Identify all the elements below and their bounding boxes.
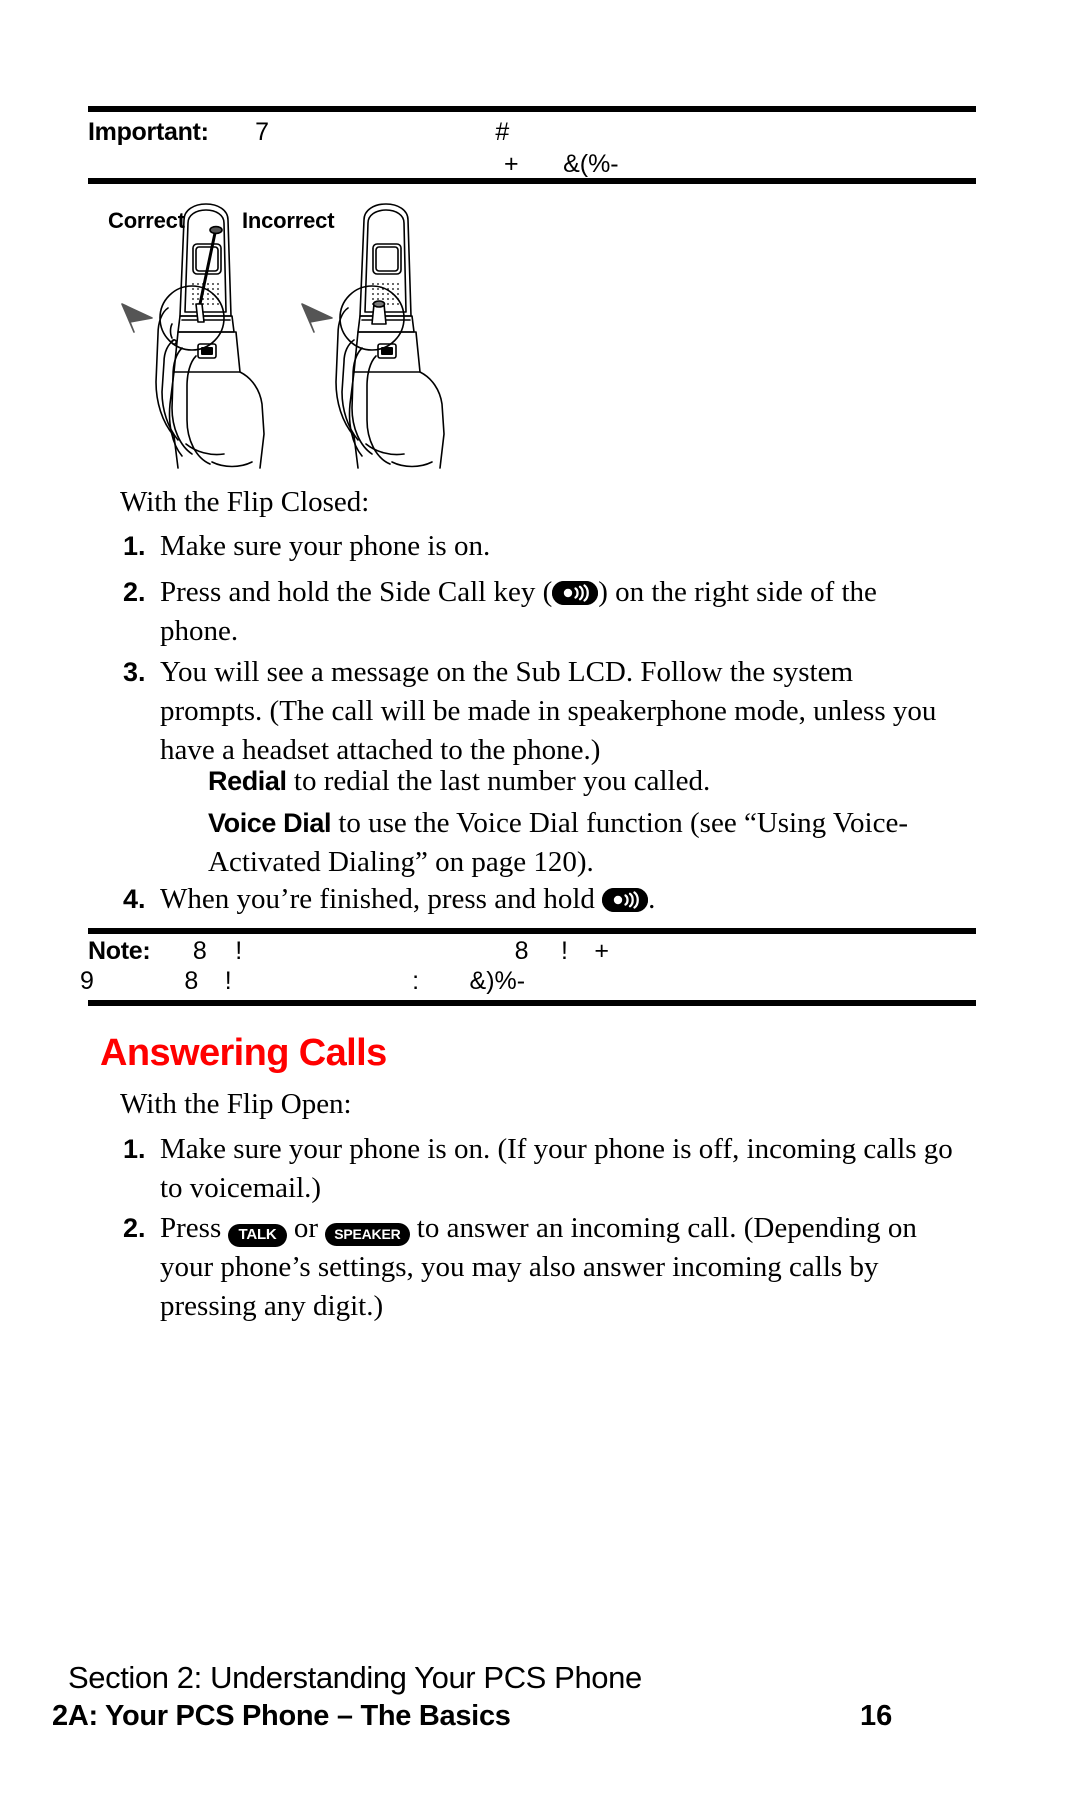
step-text-before-icon: When you’re finished, press and hold bbox=[160, 883, 603, 915]
step-text-before-talk: Press bbox=[160, 1212, 229, 1244]
step-text-after-icon: . bbox=[648, 883, 656, 915]
redial-text: to redial the last number you called. bbox=[286, 765, 711, 797]
important-glyph-d: &(%- bbox=[563, 150, 619, 178]
flip-closed-step-3: 3. You will see a message on the Sub LCD… bbox=[123, 653, 950, 770]
step-number: 1. bbox=[123, 531, 146, 561]
phone-grip-drawing bbox=[121, 203, 445, 469]
speaker-key-icon: SPEAKER bbox=[325, 1223, 410, 1246]
answering-calls-lead-in: With the Flip Open: bbox=[120, 1088, 352, 1120]
flip-closed-lead-in: With the Flip Closed: bbox=[120, 486, 370, 518]
note-glyph-e: + bbox=[594, 937, 609, 965]
step-number: 2. bbox=[123, 1213, 146, 1243]
important-rule-top bbox=[88, 106, 976, 112]
flip-closed-sub-item-voice-dial: Voice Dial to use the Voice Dial functio… bbox=[208, 804, 948, 882]
important-callout-line2: + &(%- bbox=[88, 150, 976, 179]
note-rule-bottom bbox=[88, 1000, 976, 1006]
page-title: Answering Calls bbox=[100, 1032, 387, 1074]
step-text: You will see a message on the Sub LCD. F… bbox=[160, 656, 937, 766]
step-number: 3. bbox=[123, 657, 146, 687]
step-number: 1. bbox=[123, 1134, 146, 1164]
important-label: Important: bbox=[88, 118, 209, 146]
important-glyph-c: + bbox=[504, 150, 519, 178]
footer-page-number: 16 bbox=[860, 1700, 893, 1732]
phone-grip-illustration: Correct Incorrect bbox=[100, 196, 500, 471]
flip-closed-step-1: 1. Make sure your phone is on. bbox=[123, 527, 950, 566]
note-glyph-b: ! bbox=[235, 937, 243, 965]
step-number: 4. bbox=[123, 884, 146, 914]
note-glyph-f: 9 bbox=[80, 967, 94, 995]
manual-page: Important: 7 # + &(%- Correct Incorrect bbox=[0, 0, 1080, 1800]
note-label: Note: bbox=[88, 937, 151, 965]
note-glyph-g: 8 bbox=[184, 967, 199, 995]
answering-calls-step-2: 2. Press TALK or SPEAKER to answer an in… bbox=[123, 1209, 950, 1326]
important-callout: Important: 7 # bbox=[88, 118, 976, 147]
flip-closed-step-2: 2. Press and hold the Side Call key ( ) … bbox=[123, 573, 950, 651]
step-text-before-icon: Press and hold the Side Call key ( bbox=[160, 576, 553, 608]
answering-calls-step-1: 1. Make sure your phone is on. (If your … bbox=[123, 1130, 960, 1208]
flip-closed-sub-item-redial: Redial to redial the last number you cal… bbox=[208, 762, 948, 801]
figure-label-incorrect: Incorrect bbox=[242, 208, 335, 233]
note-glyph-j: &)%- bbox=[469, 967, 526, 995]
talk-key-icon: TALK bbox=[228, 1224, 287, 1247]
figure-label-correct: Correct bbox=[108, 208, 185, 233]
note-glyph-d: ! bbox=[560, 937, 568, 965]
important-glyph-a: 7 bbox=[255, 118, 269, 146]
note-glyph-c: 8 bbox=[514, 937, 529, 965]
side-call-key-icon bbox=[552, 581, 599, 605]
note-glyph-i: : bbox=[412, 967, 420, 995]
step-text-between-keys: or bbox=[286, 1212, 326, 1244]
note-callout-line1: Note: 8 ! 8 ! + bbox=[88, 937, 976, 966]
step-number: 2. bbox=[123, 577, 146, 607]
step-text: Make sure your phone is on. bbox=[160, 530, 491, 562]
footer-section-title: Section 2: Understanding Your PCS Phone bbox=[68, 1660, 642, 1695]
note-callout-line2: 9 8 ! : &)%- bbox=[80, 967, 968, 996]
step-text: Make sure your phone is on. (If your pho… bbox=[160, 1133, 953, 1204]
note-glyph-h: ! bbox=[224, 967, 232, 995]
important-rule-bottom bbox=[88, 178, 976, 184]
note-rule-top bbox=[88, 928, 976, 934]
important-glyph-b: # bbox=[495, 118, 510, 146]
note-glyph-a: 8 bbox=[192, 937, 207, 965]
voice-dial-keyword: Voice Dial bbox=[208, 808, 332, 838]
footer-chapter-title: 2A: Your PCS Phone – The Basics bbox=[52, 1700, 511, 1732]
side-call-key-icon bbox=[602, 888, 649, 912]
flip-closed-step-4: 4. When you’re finished, press and hold … bbox=[123, 880, 950, 919]
redial-keyword: Redial bbox=[208, 766, 287, 796]
